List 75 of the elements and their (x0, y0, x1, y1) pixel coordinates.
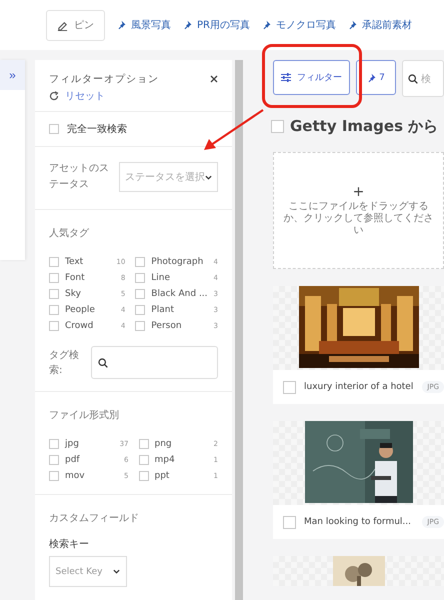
checkbox[interactable] (49, 455, 59, 465)
chevron-icon (205, 174, 212, 180)
checkbox-label: Plant (151, 305, 175, 315)
plus-icon: + (352, 184, 364, 198)
reset-link[interactable]: リセット (49, 89, 218, 103)
filter-button[interactable]: フィルター (273, 60, 350, 95)
panel-title: フィルターオプション (49, 72, 159, 86)
checkbox-label: pdf (65, 455, 81, 465)
checkbox[interactable] (49, 257, 59, 267)
checkbox[interactable] (135, 273, 146, 283)
pinned-tab[interactable]: 承認前素材 (348, 18, 412, 32)
pinned-tab[interactable]: 風景写真 (117, 18, 171, 32)
checkbox-label: png (154, 439, 173, 449)
checkbox[interactable] (49, 439, 59, 449)
pinned-tab[interactable]: モノクロ写真 (262, 18, 336, 32)
checkbox-label: mp4 (154, 455, 176, 465)
drop-hint: ここにファイルをドラッグするか、クリックして参照してください (282, 200, 434, 236)
checkbox-label: ppt (154, 471, 170, 481)
asset-name: luxury interior of a hotel (304, 382, 414, 392)
close-icon (210, 75, 218, 83)
checkbox[interactable] (283, 380, 296, 394)
checkbox[interactable] (138, 455, 148, 465)
section-title: ファイル形式別 (49, 408, 120, 422)
checkbox-label: jpg (65, 439, 80, 449)
checkbox[interactable] (138, 471, 148, 481)
pin-icon (117, 20, 127, 30)
checkbox[interactable] (135, 305, 146, 315)
pinned-tab[interactable]: PR用の写真 (183, 18, 250, 32)
field-label: タグ検索: (49, 348, 80, 378)
checkbox[interactable] (49, 471, 59, 481)
checkbox[interactable] (135, 257, 146, 267)
pin-icon (348, 20, 358, 30)
chevron-icon (113, 569, 120, 574)
checkbox-label: Font (65, 273, 86, 283)
section-title: 人気タグ (49, 227, 90, 240)
checkbox[interactable] (271, 120, 284, 133)
checkbox-label: People (65, 305, 96, 315)
field-label: 検索キー (49, 538, 90, 551)
asset-name: Man looking to formul... (304, 517, 412, 527)
pin-edit-button[interactable]: ピン (46, 10, 105, 40)
section-title: カスタムフィールド (49, 512, 140, 525)
refresh-icon (49, 91, 59, 101)
field-label: アセットのステータス (49, 162, 110, 192)
search-icon (98, 358, 108, 368)
checkbox[interactable] (49, 124, 59, 134)
checkbox-label: Sky (65, 289, 82, 299)
checkbox-label: Crowd (65, 321, 94, 331)
pin-icon (262, 20, 272, 30)
asset-card[interactable] (273, 556, 444, 586)
pin-count-button[interactable]: 7 (356, 60, 396, 95)
checkbox-label: Person (151, 321, 183, 331)
pin-icon (367, 72, 378, 82)
checkbox-label: Line (151, 273, 172, 283)
checkbox[interactable] (49, 273, 59, 283)
tag-search-field[interactable] (91, 346, 218, 379)
checkbox[interactable] (138, 439, 148, 449)
checkbox[interactable] (135, 321, 146, 331)
section-heading: Getty Images から (290, 117, 438, 136)
checkbox-label: Black And ... (151, 289, 208, 299)
checkbox-label: Text (65, 257, 84, 267)
pencil-icon (57, 20, 68, 30)
checkbox[interactable] (49, 321, 59, 331)
sliders-icon (281, 73, 291, 82)
checkbox[interactable] (49, 289, 59, 299)
pin-icon (183, 20, 193, 30)
checkbox-label: mov (65, 471, 86, 481)
checkbox-label: Photograph (151, 257, 204, 267)
checkbox[interactable] (49, 305, 59, 315)
checkbox-label: 完全一致検索 (67, 122, 127, 136)
annotation-arrow (203, 108, 265, 152)
checkbox[interactable] (283, 516, 296, 528)
search-icon (408, 74, 418, 84)
checkbox[interactable] (135, 289, 146, 299)
drop-zone[interactable]: + ここにファイルをドラッグするか、クリックして参照してください (273, 152, 444, 269)
expand-button[interactable]: » (0, 60, 25, 90)
